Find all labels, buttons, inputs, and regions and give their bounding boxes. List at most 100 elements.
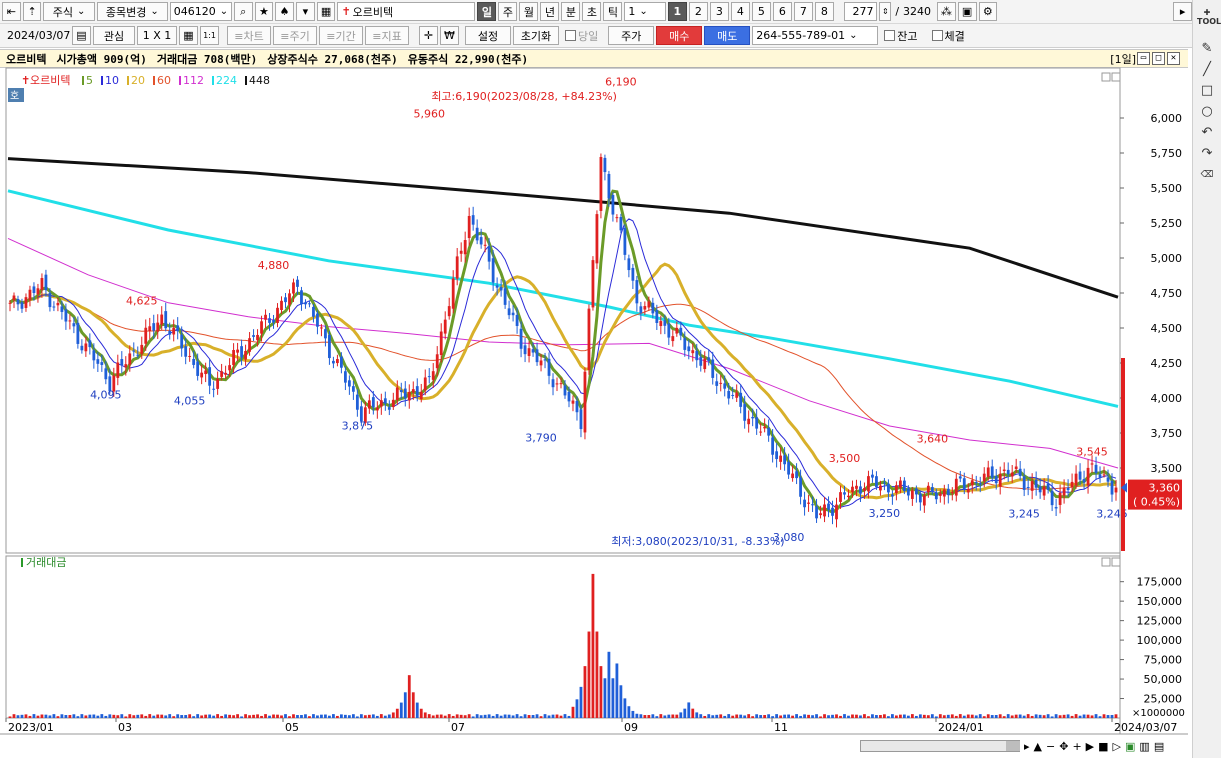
volume-bar — [503, 714, 507, 718]
volume-bar — [950, 714, 954, 718]
candle-body — [938, 493, 942, 496]
candle-body — [823, 504, 826, 517]
candle-body — [922, 495, 926, 506]
candle-body — [196, 361, 200, 376]
candle-body — [148, 326, 152, 331]
candle-body — [491, 258, 495, 283]
volume-bar — [92, 714, 96, 718]
volume-bar — [300, 715, 303, 718]
erase-all-icon[interactable]: ⌫ — [1197, 166, 1217, 184]
candle-body — [1094, 464, 1098, 474]
candle-body — [1014, 466, 1018, 470]
candle-body — [639, 306, 643, 313]
volume-bar — [60, 714, 64, 718]
candle-body — [859, 486, 862, 494]
volume-bar — [76, 716, 80, 718]
forward-icon[interactable]: ▷ — [1113, 740, 1121, 753]
volume-bar — [1058, 715, 1062, 718]
candle-body — [1078, 471, 1082, 480]
volume-bar — [875, 715, 878, 718]
candle-body — [12, 295, 16, 301]
camera-icon[interactable]: ▥ — [1139, 740, 1149, 753]
pencil-icon[interactable]: ✎ — [1197, 40, 1217, 58]
scroll-left-icon[interactable]: ▸ — [1024, 740, 1030, 753]
volume-bar — [1070, 715, 1074, 718]
legend-ma-label: 448 — [249, 74, 270, 87]
rectangle-icon[interactable]: □ — [1197, 82, 1217, 100]
volume-tick-label: 175,000 — [1137, 576, 1183, 589]
volume-bar — [120, 714, 124, 718]
candle-body — [863, 488, 866, 491]
candle-body — [695, 351, 699, 361]
redo-icon[interactable]: ↷ — [1197, 145, 1217, 163]
zoom-in-icon[interactable]: + — [1072, 740, 1081, 753]
candle-body — [495, 285, 499, 288]
candle-body — [1070, 481, 1074, 488]
candle-body — [272, 319, 275, 323]
price-tick-label: 5,000 — [1151, 252, 1183, 265]
volume-bar — [735, 714, 739, 718]
low-annotation: 3,250 — [869, 507, 901, 520]
play-icon[interactable]: ▶ — [1086, 740, 1094, 753]
volume-bar — [188, 714, 192, 718]
line-icon[interactable]: ╱ — [1197, 61, 1217, 79]
candle-body — [747, 418, 751, 425]
up-icon[interactable]: ▲ — [1034, 740, 1042, 753]
volume-bar — [483, 714, 487, 718]
volume-bar — [543, 714, 547, 718]
price-tick-label: 3,750 — [1151, 427, 1183, 440]
candle-body — [583, 371, 587, 433]
excel-icon[interactable]: ▣ — [1125, 740, 1135, 753]
badge-label: 호 — [10, 90, 19, 102]
stop-icon[interactable]: ■ — [1098, 740, 1108, 753]
volume-bar — [495, 714, 499, 718]
volume-bar — [914, 715, 918, 718]
volume-bar — [367, 714, 371, 718]
undo-icon[interactable]: ↶ — [1197, 124, 1217, 142]
legend-stock-name: 오르비텍 — [30, 74, 70, 87]
candle-body — [260, 321, 263, 334]
volume-bar — [559, 715, 563, 718]
candle-body — [895, 485, 898, 494]
zoom-out-icon[interactable]: − — [1046, 740, 1055, 753]
volume-bar — [56, 716, 60, 718]
candle-body — [72, 323, 76, 327]
candle-body — [659, 321, 663, 327]
volume-bar — [655, 716, 659, 718]
circle-icon[interactable]: ○ — [1197, 103, 1217, 121]
volume-bar — [1062, 714, 1066, 718]
move-icon[interactable]: ✥ — [1059, 740, 1068, 753]
candle-body — [252, 335, 255, 337]
volume-bar — [895, 715, 898, 718]
candle-body — [942, 489, 946, 497]
volume-bar — [1110, 715, 1114, 718]
volume-tick-label: 50,000 — [1144, 673, 1183, 686]
volume-bar — [104, 715, 108, 718]
fit-icon[interactable]: ▤ — [1154, 740, 1164, 753]
candle-body — [144, 327, 148, 344]
volume-bar — [1114, 714, 1118, 718]
volume-bar — [24, 714, 28, 718]
volume-bar — [379, 714, 383, 718]
volume-bar — [292, 714, 295, 718]
volume-bar — [96, 715, 100, 718]
candle-body — [343, 371, 347, 383]
candle-body — [1106, 477, 1110, 482]
volume-bar — [288, 716, 291, 718]
candle-body — [687, 346, 691, 352]
tool-icon[interactable]: ✚ TOOL — [1197, 8, 1221, 26]
period-high-label: 최고:6,190(2023/08/28, +84.23%) — [431, 90, 617, 103]
volume-bar — [375, 715, 379, 718]
price-chart[interactable]: 3,500 3,750 4,000 4,250 4,500 4,750 5,000 5,250… — [0, 0, 1188, 758]
candle-body — [1066, 487, 1070, 491]
candle-body — [683, 338, 687, 350]
chart-scrollbar[interactable] — [860, 740, 1020, 752]
low-annotation: 3,245 — [1008, 508, 1040, 521]
volume-bar — [363, 715, 367, 718]
volume-bar — [531, 715, 535, 718]
legend-ma-label: 60 — [157, 74, 171, 87]
volume-bar — [659, 714, 663, 718]
candle-body — [220, 371, 224, 377]
volume-bar — [160, 714, 164, 718]
volume-bar — [144, 715, 148, 718]
